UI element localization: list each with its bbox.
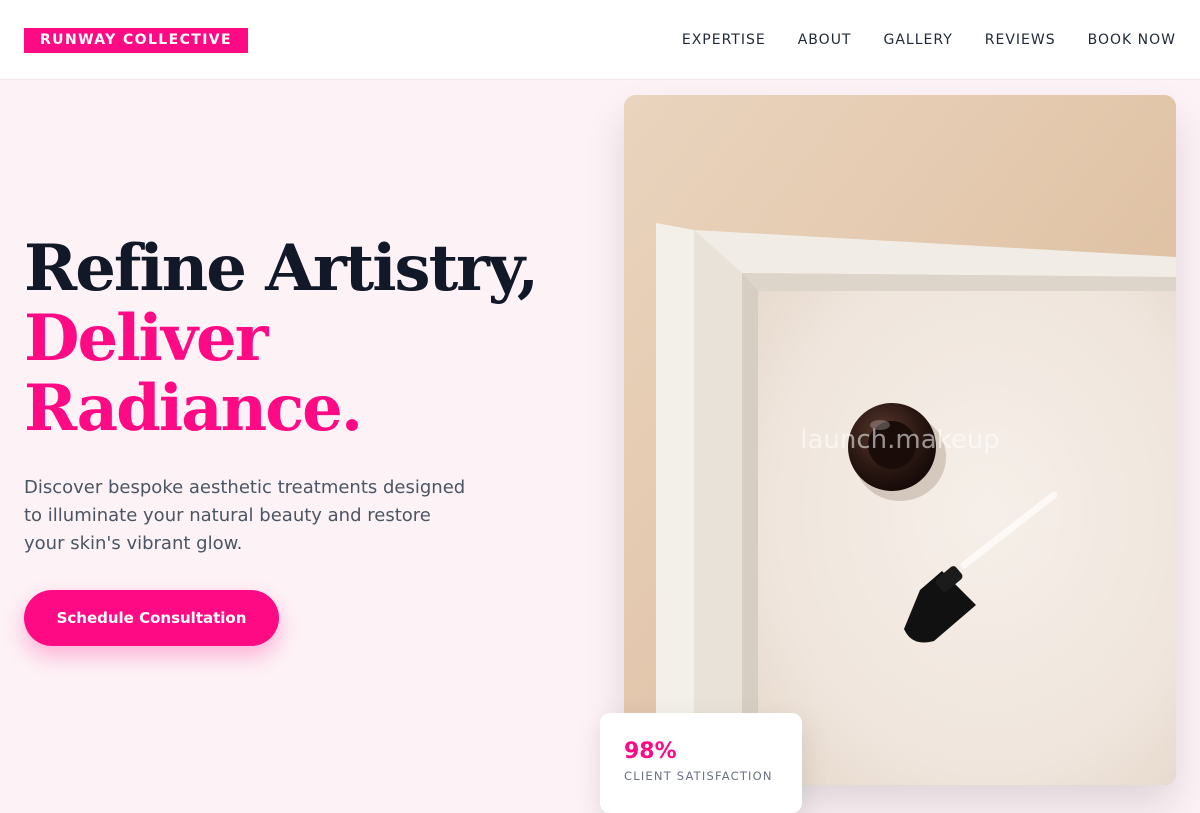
headline-line-1: Refine Artistry, — [24, 231, 539, 306]
headline-line-2: Deliver — [24, 301, 268, 376]
schedule-consultation-button[interactable]: Schedule Consultation — [24, 590, 279, 646]
satisfaction-stat-card: 98% CLIENT SATISFACTION — [600, 713, 802, 813]
main-nav: EXPERTISE ABOUT GALLERY REVIEWS BOOK NOW — [682, 0, 1176, 80]
nav-link-book-now[interactable]: BOOK NOW — [1088, 32, 1176, 48]
hero-image: launch.makeup — [624, 95, 1176, 785]
stat-value: 98% — [624, 739, 677, 764]
headline-line-3: Radiance. — [24, 371, 363, 446]
nav-link-expertise[interactable]: EXPERTISE — [682, 32, 766, 48]
nav-link-about[interactable]: ABOUT — [798, 32, 852, 48]
hero-headline: Refine Artistry, Deliver Radiance. — [24, 234, 584, 444]
brand-logo[interactable]: RUNWAY COLLECTIVE — [24, 28, 248, 53]
nav-link-gallery[interactable]: GALLERY — [884, 32, 953, 48]
stat-label: CLIENT SATISFACTION — [624, 769, 773, 783]
site-header: RUNWAY COLLECTIVE EXPERTISE ABOUT GALLER… — [0, 0, 1200, 80]
hero-subtitle: Discover bespoke aesthetic treatments de… — [24, 477, 466, 554]
nav-link-reviews[interactable]: REVIEWS — [985, 32, 1056, 48]
image-watermark: launch.makeup — [800, 425, 1000, 455]
